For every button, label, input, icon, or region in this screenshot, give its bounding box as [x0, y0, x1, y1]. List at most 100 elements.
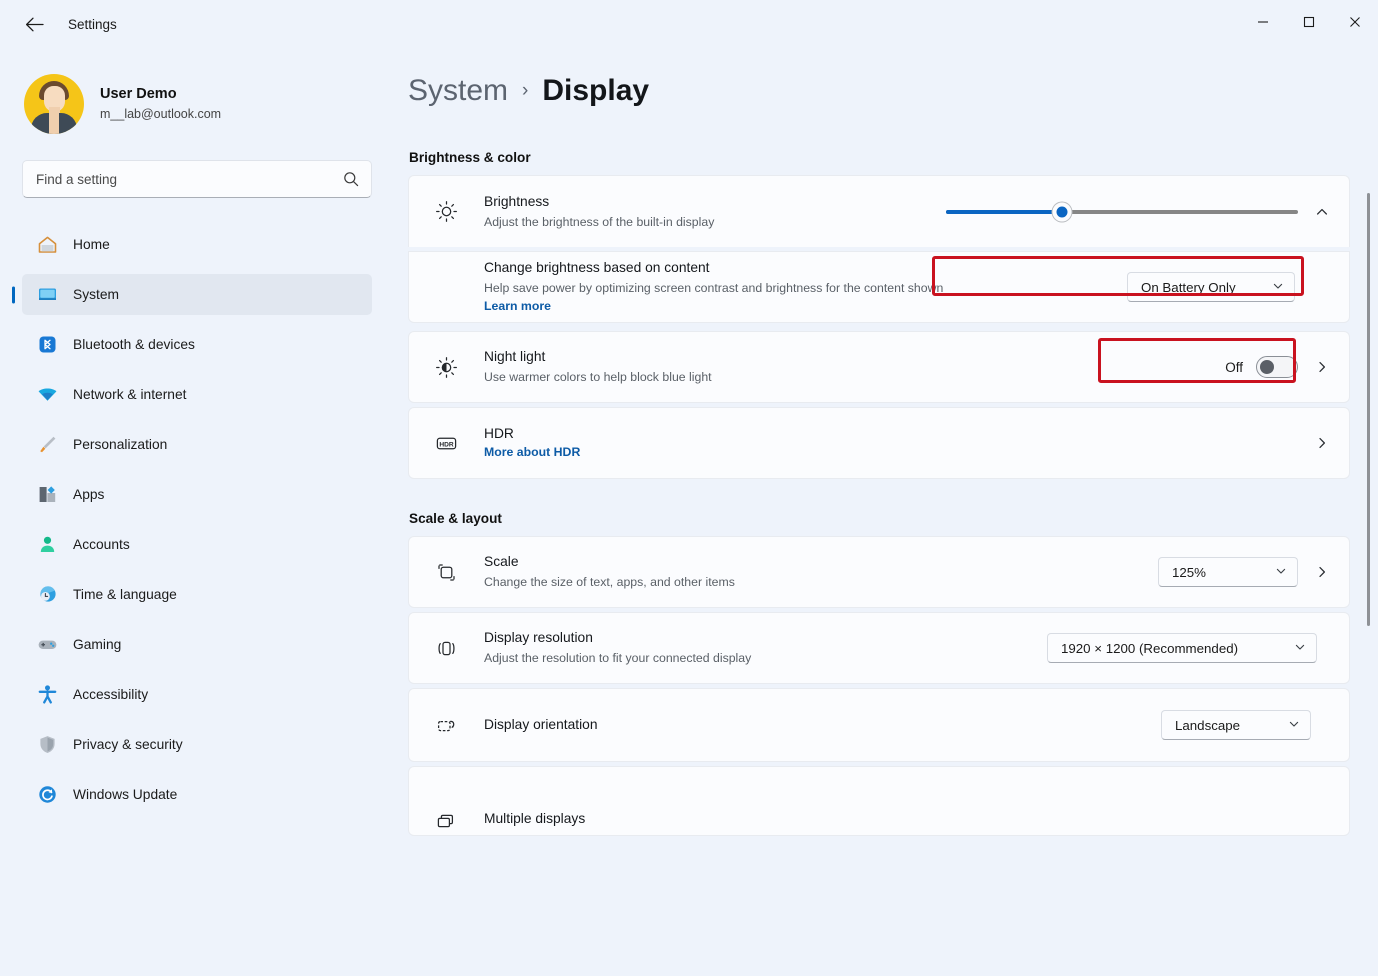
scale-row[interactable]: Scale Change the size of text, apps, and… [408, 536, 1350, 608]
scale-icon [431, 561, 461, 584]
content-brightness-subtitle: Help save power by optimizing screen con… [484, 281, 944, 296]
chevron-right-icon[interactable] [1311, 360, 1333, 374]
wifi-icon [36, 384, 58, 406]
close-button[interactable] [1332, 0, 1378, 44]
scale-subtitle: Change the size of text, apps, and other… [484, 575, 735, 590]
slider-track[interactable] [946, 202, 1298, 221]
dropdown-value: 125% [1172, 564, 1207, 580]
content-scrollbar[interactable] [1367, 68, 1370, 948]
night-light-subtitle: Use warmer colors to help block blue lig… [484, 370, 712, 385]
sidebar-item-label: Apps [73, 487, 105, 502]
sidebar-item-label: Gaming [73, 637, 122, 652]
update-icon [36, 784, 58, 806]
resolution-title: Display resolution [484, 630, 593, 646]
sidebar-item-accessibility[interactable]: Accessibility [22, 674, 372, 715]
sidebar-item-gaming[interactable]: Gaming [22, 624, 372, 665]
orientation-icon [431, 714, 461, 737]
minimize-button[interactable] [1240, 0, 1286, 44]
brightness-subtitle: Adjust the brightness of the built-in di… [484, 214, 715, 229]
minimize-icon [1258, 21, 1268, 23]
svg-text:HDR: HDR [439, 441, 454, 448]
avatar [24, 74, 84, 134]
hdr-icon: HDR [431, 432, 461, 455]
sidebar-item-accounts[interactable]: Accounts [22, 524, 372, 565]
sidebar-item-network-internet[interactable]: Network & internet [22, 374, 372, 415]
chevron-right-icon[interactable] [1311, 565, 1333, 579]
maximize-button[interactable] [1286, 0, 1332, 44]
dropdown-value: 1920 × 1200 (Recommended) [1061, 640, 1239, 656]
brightness-title: Brightness [484, 193, 550, 209]
sidebar-item-home[interactable]: Home [22, 224, 372, 265]
scrollbar-thumb[interactable] [1367, 193, 1370, 626]
chevron-down-icon [1294, 641, 1306, 656]
sidebar-item-windows-update[interactable]: Windows Update [22, 774, 372, 815]
display-orientation-row[interactable]: Display orientation Landscape [408, 688, 1350, 762]
resolution-icon [431, 637, 461, 660]
accessibility-icon [36, 684, 58, 706]
slider-thumb[interactable] [1052, 202, 1072, 221]
sidebar-item-personalization[interactable]: Personalization [22, 424, 372, 465]
sidebar-item-label: Network & internet [73, 387, 187, 402]
resolution-subtitle: Adjust the resolution to fit your connec… [484, 651, 752, 666]
sidebar-item-label: Bluetooth & devices [73, 337, 195, 352]
person-icon [36, 534, 58, 556]
learn-more-link[interactable]: Learn more [484, 299, 551, 313]
chevron-right-icon: › [522, 80, 529, 101]
title-bar: Settings [0, 0, 1378, 48]
arrow-left-icon [25, 17, 44, 31]
display-resolution-row[interactable]: Display resolution Adjust the resolution… [408, 612, 1350, 684]
breadcrumb-parent[interactable]: System [408, 74, 508, 108]
brush-icon [36, 434, 58, 456]
resolution-dropdown[interactable]: 1920 × 1200 (Recommended) [1047, 633, 1317, 663]
main-content: System › Display Brightness & color Brig… [396, 48, 1378, 976]
search-input[interactable] [23, 171, 371, 187]
more-about-hdr-link[interactable]: More about HDR [484, 445, 580, 459]
shield-icon [36, 734, 58, 756]
bluetooth-icon [36, 334, 58, 356]
chevron-right-icon[interactable] [1311, 436, 1333, 450]
dropdown-value: Landscape [1175, 717, 1241, 733]
sidebar-item-label: Time & language [73, 587, 177, 602]
sidebar-item-label: Accounts [73, 537, 130, 552]
user-profile[interactable]: User Demo m__lab@outlook.com [22, 74, 372, 134]
brightness-row[interactable]: Brightness Adjust the brightness of the … [408, 175, 1350, 247]
profile-name: User Demo [100, 86, 177, 103]
sidebar-item-bluetooth-devices[interactable]: Bluetooth & devices [22, 324, 372, 365]
sidebar-item-label: System [73, 287, 119, 302]
content-brightness-title: Change brightness based on content [484, 260, 710, 276]
sidebar-item-apps[interactable]: Apps [22, 474, 372, 515]
section-title-brightness-color: Brightness & color [409, 150, 531, 165]
brightness-slider[interactable] [946, 199, 1298, 225]
search-box[interactable] [22, 160, 372, 198]
slider-fill [946, 209, 1063, 214]
app-title: Settings [68, 16, 117, 32]
page-title: Display [542, 74, 650, 107]
scale-dropdown[interactable]: 125% [1158, 557, 1298, 587]
sidebar-item-privacy-security[interactable]: Privacy & security [22, 724, 372, 765]
night-light-toggle[interactable] [1256, 356, 1298, 378]
night-light-icon [431, 356, 461, 379]
gamepad-icon [36, 634, 58, 656]
chevron-up-icon[interactable] [1311, 205, 1333, 219]
dropdown-value: On Battery Only [1141, 279, 1236, 295]
sidebar-item-label: Accessibility [73, 687, 149, 702]
back-button[interactable] [14, 8, 54, 40]
close-icon [1350, 17, 1360, 27]
hdr-row[interactable]: HDR HDR More about HDR [408, 407, 1350, 479]
night-light-row[interactable]: Night light Use warmer colors to help bl… [408, 331, 1350, 403]
sidebar-item-label: Windows Update [73, 787, 178, 802]
multiple-displays-row[interactable]: Multiple displays [408, 766, 1350, 836]
sidebar-item-label: Personalization [73, 437, 168, 452]
chevron-down-icon [1288, 718, 1300, 733]
sidebar-item-system[interactable]: System [22, 274, 372, 315]
night-light-toggle-state: Off [1225, 359, 1243, 375]
window-controls [1240, 0, 1378, 44]
sun-icon [431, 200, 461, 223]
orientation-dropdown[interactable]: Landscape [1161, 710, 1311, 740]
home-icon [36, 234, 58, 256]
hdr-title: HDR [484, 425, 514, 441]
sidebar-item-label: Privacy & security [73, 737, 183, 752]
sidebar-item-time-language[interactable]: Time & language [22, 574, 372, 615]
content-brightness-dropdown[interactable]: On Battery Only [1127, 272, 1295, 302]
multiple-displays-icon [431, 810, 461, 833]
